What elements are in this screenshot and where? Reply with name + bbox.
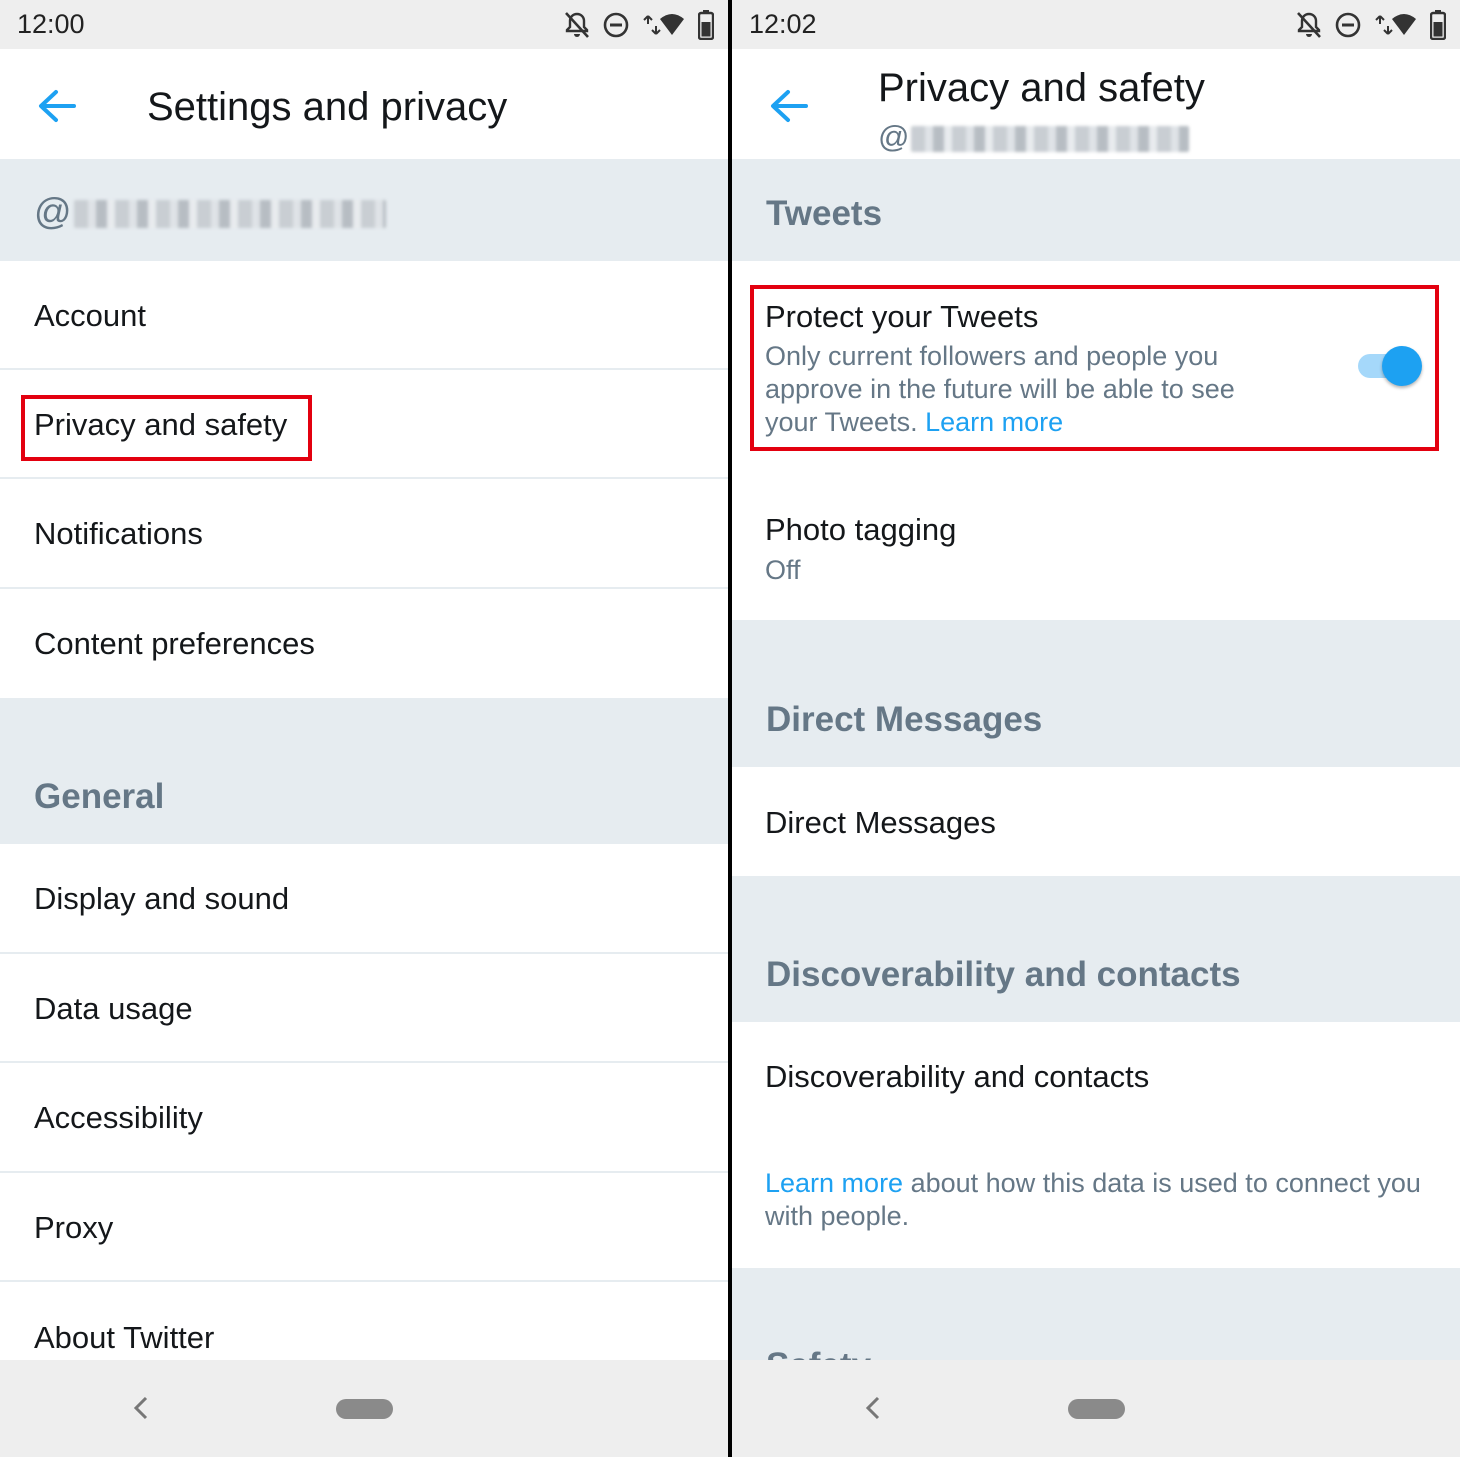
item-label: Direct Messages [765, 805, 996, 840]
settings-item-account[interactable]: Account [0, 261, 728, 370]
item-label: Notifications [34, 516, 203, 551]
discoverability-section-header: Discoverability and contacts [732, 876, 1460, 1022]
item-label: Accessibility [34, 1100, 203, 1135]
page-title: Settings and privacy [147, 85, 508, 129]
settings-item-content-preferences[interactable]: Content preferences [0, 589, 728, 698]
app-bar: Settings and privacy [0, 49, 728, 161]
item-label: Discoverability and contacts [765, 1059, 1150, 1094]
item-label: Account [34, 298, 147, 333]
settings-item-proxy[interactable]: Proxy [0, 1173, 728, 1282]
account-handle: @ [878, 119, 1190, 155]
settings-screen: 12:00 Settings and privacy @ Account Pri… [0, 0, 728, 1457]
account-handle: @ [34, 191, 386, 233]
settings-item-about-twitter[interactable]: About Twitter [0, 1282, 728, 1372]
photo-tagging-value: Off [765, 555, 801, 585]
notifications-off-icon [565, 12, 589, 38]
battery-icon [1430, 10, 1446, 40]
redacted-handle [911, 125, 1190, 152]
settings-item-display-and-sound[interactable]: Display and sound [0, 844, 728, 954]
tweets-section-header: Tweets [732, 161, 1460, 261]
item-label: About Twitter [34, 1320, 215, 1355]
handle-prefix: @ [34, 191, 72, 232]
home-pill-icon[interactable] [336, 1399, 393, 1419]
learn-more-link[interactable]: Learn more [765, 1168, 903, 1198]
battery-icon [698, 10, 714, 40]
item-label: Data usage [34, 991, 193, 1026]
item-label: Proxy [34, 1210, 114, 1245]
status-icons [1296, 10, 1446, 40]
status-time: 12:00 [17, 9, 85, 39]
highlight-box [750, 285, 1439, 451]
photo-tagging-setting[interactable]: Photo tagging Off [732, 474, 1460, 620]
direct-messages-setting[interactable]: Direct Messages [732, 767, 1460, 876]
item-label: Content preferences [34, 626, 315, 661]
settings-item-accessibility[interactable]: Accessibility [0, 1063, 728, 1173]
status-time: 12:02 [749, 9, 817, 39]
general-section-header: General [0, 698, 728, 844]
direct-messages-section-header: Direct Messages [732, 620, 1460, 767]
wifi-icon [1375, 14, 1416, 35]
app-bar: Privacy and safety @ [732, 49, 1460, 161]
discoverability-note-text: Learn more about how this data is used t… [765, 1167, 1425, 1233]
back-arrow-icon[interactable] [768, 85, 810, 127]
wifi-icon [643, 14, 684, 35]
notifications-off-icon [1297, 12, 1321, 38]
discoverability-setting[interactable]: Discoverability and contacts [732, 1022, 1460, 1132]
section-title: General [34, 777, 165, 816]
status-icons [564, 10, 714, 40]
home-pill-icon[interactable] [1068, 1399, 1125, 1419]
page-title: Privacy and safety [878, 66, 1205, 110]
redacted-handle [73, 200, 386, 229]
navigation-bar [732, 1360, 1460, 1457]
highlight-box [21, 395, 312, 461]
photo-tagging-title: Photo tagging [765, 512, 957, 547]
handle-prefix: @ [878, 119, 910, 154]
discoverability-note: Learn more about how this data is used t… [732, 1132, 1460, 1268]
back-arrow-icon[interactable] [36, 85, 78, 127]
status-bar: 12:00 [0, 0, 728, 49]
navigation-bar [0, 1360, 728, 1457]
do-not-disturb-icon [1335, 12, 1361, 38]
section-title: Discoverability and contacts [766, 955, 1241, 994]
do-not-disturb-icon [603, 12, 629, 38]
status-bar: 12:02 [732, 0, 1460, 49]
section-title: Direct Messages [766, 700, 1043, 739]
nav-back-icon[interactable] [860, 1392, 884, 1424]
settings-item-notifications[interactable]: Notifications [0, 479, 728, 589]
section-title: Tweets [766, 194, 883, 233]
item-label: Display and sound [34, 881, 290, 916]
privacy-screen: 12:02 Privacy and safety @ Tweets Protec… [732, 0, 1460, 1457]
settings-item-data-usage[interactable]: Data usage [0, 954, 728, 1063]
account-handle-header: @ [0, 161, 728, 261]
nav-back-icon[interactable] [128, 1392, 152, 1424]
